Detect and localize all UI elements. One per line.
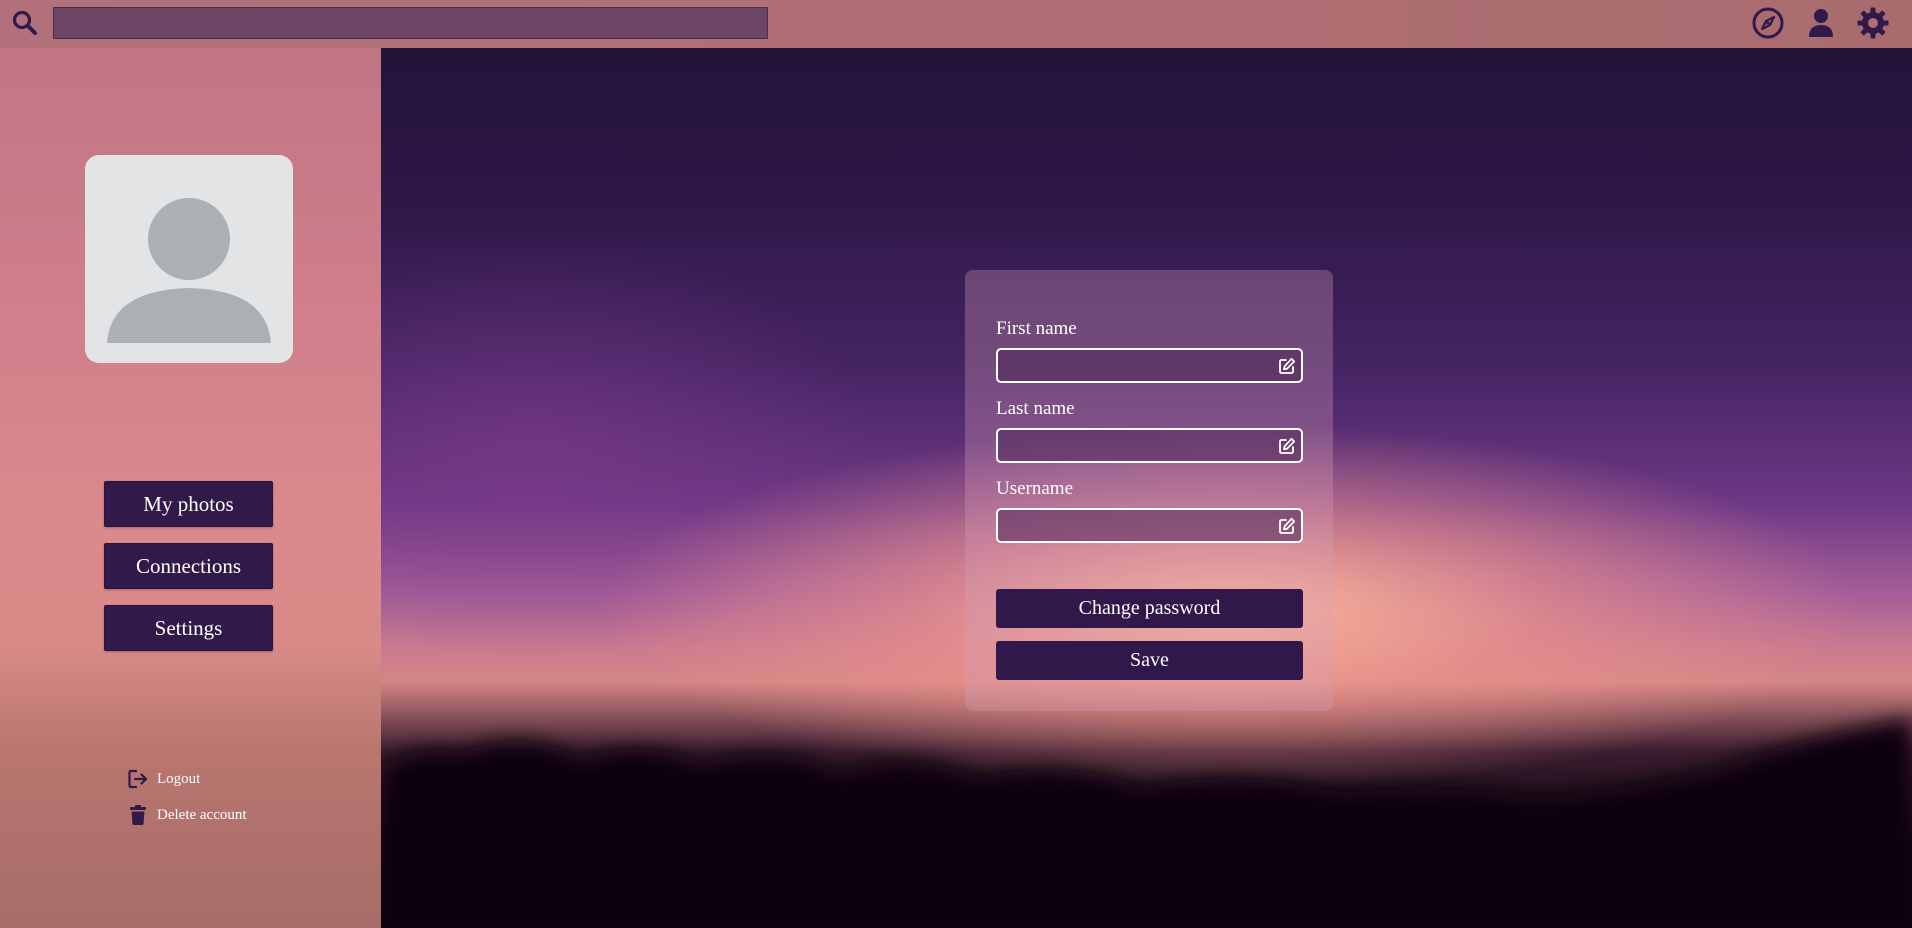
trash-icon <box>130 805 146 825</box>
first-name-input[interactable] <box>998 350 1268 381</box>
username-field[interactable] <box>996 508 1303 543</box>
last-name-input[interactable] <box>998 430 1268 461</box>
change-password-button[interactable]: Change password <box>996 589 1303 628</box>
search-input[interactable] <box>53 7 768 39</box>
avatar-placeholder-icon <box>107 198 271 343</box>
username-label: Username <box>996 478 1074 499</box>
logout-label: Logout <box>157 770 201 787</box>
first-name-field[interactable] <box>996 348 1303 383</box>
avatar[interactable] <box>85 155 293 363</box>
edit-icon[interactable] <box>1278 437 1296 455</box>
search-icon[interactable] <box>11 9 39 37</box>
last-name-label: Last name <box>996 398 1075 419</box>
hills-silhouette <box>381 718 1912 928</box>
connections-button[interactable]: Connections <box>104 543 273 589</box>
edit-icon[interactable] <box>1278 357 1296 375</box>
delete-account-link[interactable]: Delete account <box>127 804 247 826</box>
logout-icon <box>128 769 148 789</box>
delete-account-label: Delete account <box>157 806 247 823</box>
logout-link[interactable]: Logout <box>127 768 200 790</box>
sidebar: My photos Connections Settings Logout De… <box>0 48 381 928</box>
edit-icon[interactable] <box>1278 517 1296 535</box>
compass-icon[interactable] <box>1751 6 1785 40</box>
save-button[interactable]: Save <box>996 641 1303 680</box>
settings-button[interactable]: Settings <box>104 605 273 651</box>
user-icon[interactable] <box>1804 6 1838 40</box>
last-name-field[interactable] <box>996 428 1303 463</box>
username-input[interactable] <box>998 510 1268 541</box>
profile-form-card: First name Last name Username Change pas… <box>965 270 1333 711</box>
gear-icon[interactable] <box>1856 6 1890 40</box>
first-name-label: First name <box>996 318 1077 339</box>
my-photos-button[interactable]: My photos <box>104 481 273 527</box>
top-bar <box>0 0 1912 48</box>
